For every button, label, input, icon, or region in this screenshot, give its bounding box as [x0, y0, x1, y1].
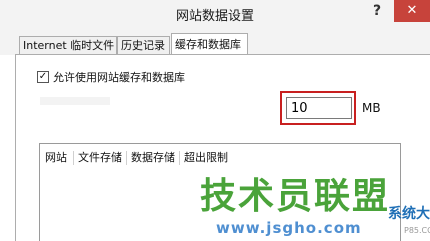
help-button[interactable]: ? — [362, 0, 392, 22]
watermark-mini-text: P85.COM — [404, 226, 430, 235]
cache-size-input[interactable] — [286, 97, 352, 119]
disabled-label-placeholder — [40, 97, 110, 105]
website-data-settings-dialog: 网站数据设置 ? ✕ Internet 临时文件 历史记录 缓存和数据库 ✓ 允… — [0, 0, 430, 241]
tab-history[interactable]: 历史记录 — [117, 36, 170, 54]
tab-internet-temp-files[interactable]: Internet 临时文件 — [19, 36, 117, 54]
watermark-logo: 技术员联盟 — [200, 176, 391, 217]
watermark-side-text: 系统大全 — [388, 206, 430, 222]
watermark-url: www.jsgho.com — [216, 219, 362, 237]
size-unit-label: MB — [362, 101, 381, 115]
column-divider — [179, 151, 180, 165]
column-header-data-storage[interactable]: 数据存储 — [131, 151, 175, 165]
allow-cache-checkbox[interactable]: ✓ — [37, 71, 49, 83]
column-header-website[interactable]: 网站 — [45, 151, 67, 165]
column-divider — [126, 151, 127, 165]
column-header-over-limit[interactable]: 超出限制 — [184, 151, 228, 165]
column-header-file-storage[interactable]: 文件存储 — [78, 151, 122, 165]
tab-cache-and-databases[interactable]: 缓存和数据库 — [171, 33, 248, 55]
close-button[interactable]: ✕ — [394, 0, 430, 22]
allow-cache-label[interactable]: 允许使用网站缓存和数据库 — [53, 69, 185, 85]
column-divider — [73, 151, 74, 165]
